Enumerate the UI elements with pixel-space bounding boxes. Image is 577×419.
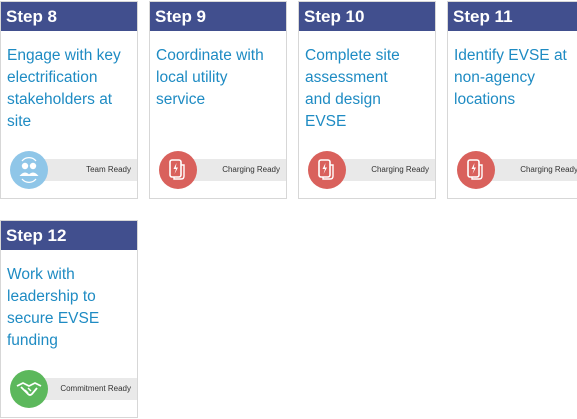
step-label: Step 9 — [150, 2, 286, 31]
step-description: Identify EVSE at non-agency locations — [454, 47, 567, 108]
charging-icon — [159, 151, 197, 189]
step-card-11: Step 11 Identify EVSE at non-agency loca… — [447, 1, 577, 199]
step-label: Step 8 — [1, 2, 137, 31]
step-card-9: Step 9 Coordinate with local utility ser… — [149, 1, 287, 199]
step-card-12: Step 12 Work with leadership to secure E… — [0, 220, 138, 418]
step-label: Step 10 — [299, 2, 435, 31]
step-card-8: Step 8 Engage with key electrification s… — [0, 1, 138, 199]
handshake-icon — [10, 370, 48, 408]
step-description: Engage with key electrification stakehol… — [7, 47, 121, 130]
step-label: Step 12 — [1, 221, 137, 250]
charging-icon — [457, 151, 495, 189]
step-card-10: Step 10 Complete site assessment and des… — [298, 1, 436, 199]
step-description: Work with leadership to secure EVSE fund… — [7, 266, 100, 349]
step-description: Coordinate with local utility service — [156, 47, 264, 108]
step-description: Complete site assessment and design EVSE — [305, 47, 400, 130]
team-icon — [10, 151, 48, 189]
charging-icon — [308, 151, 346, 189]
step-label: Step 11 — [448, 2, 577, 31]
